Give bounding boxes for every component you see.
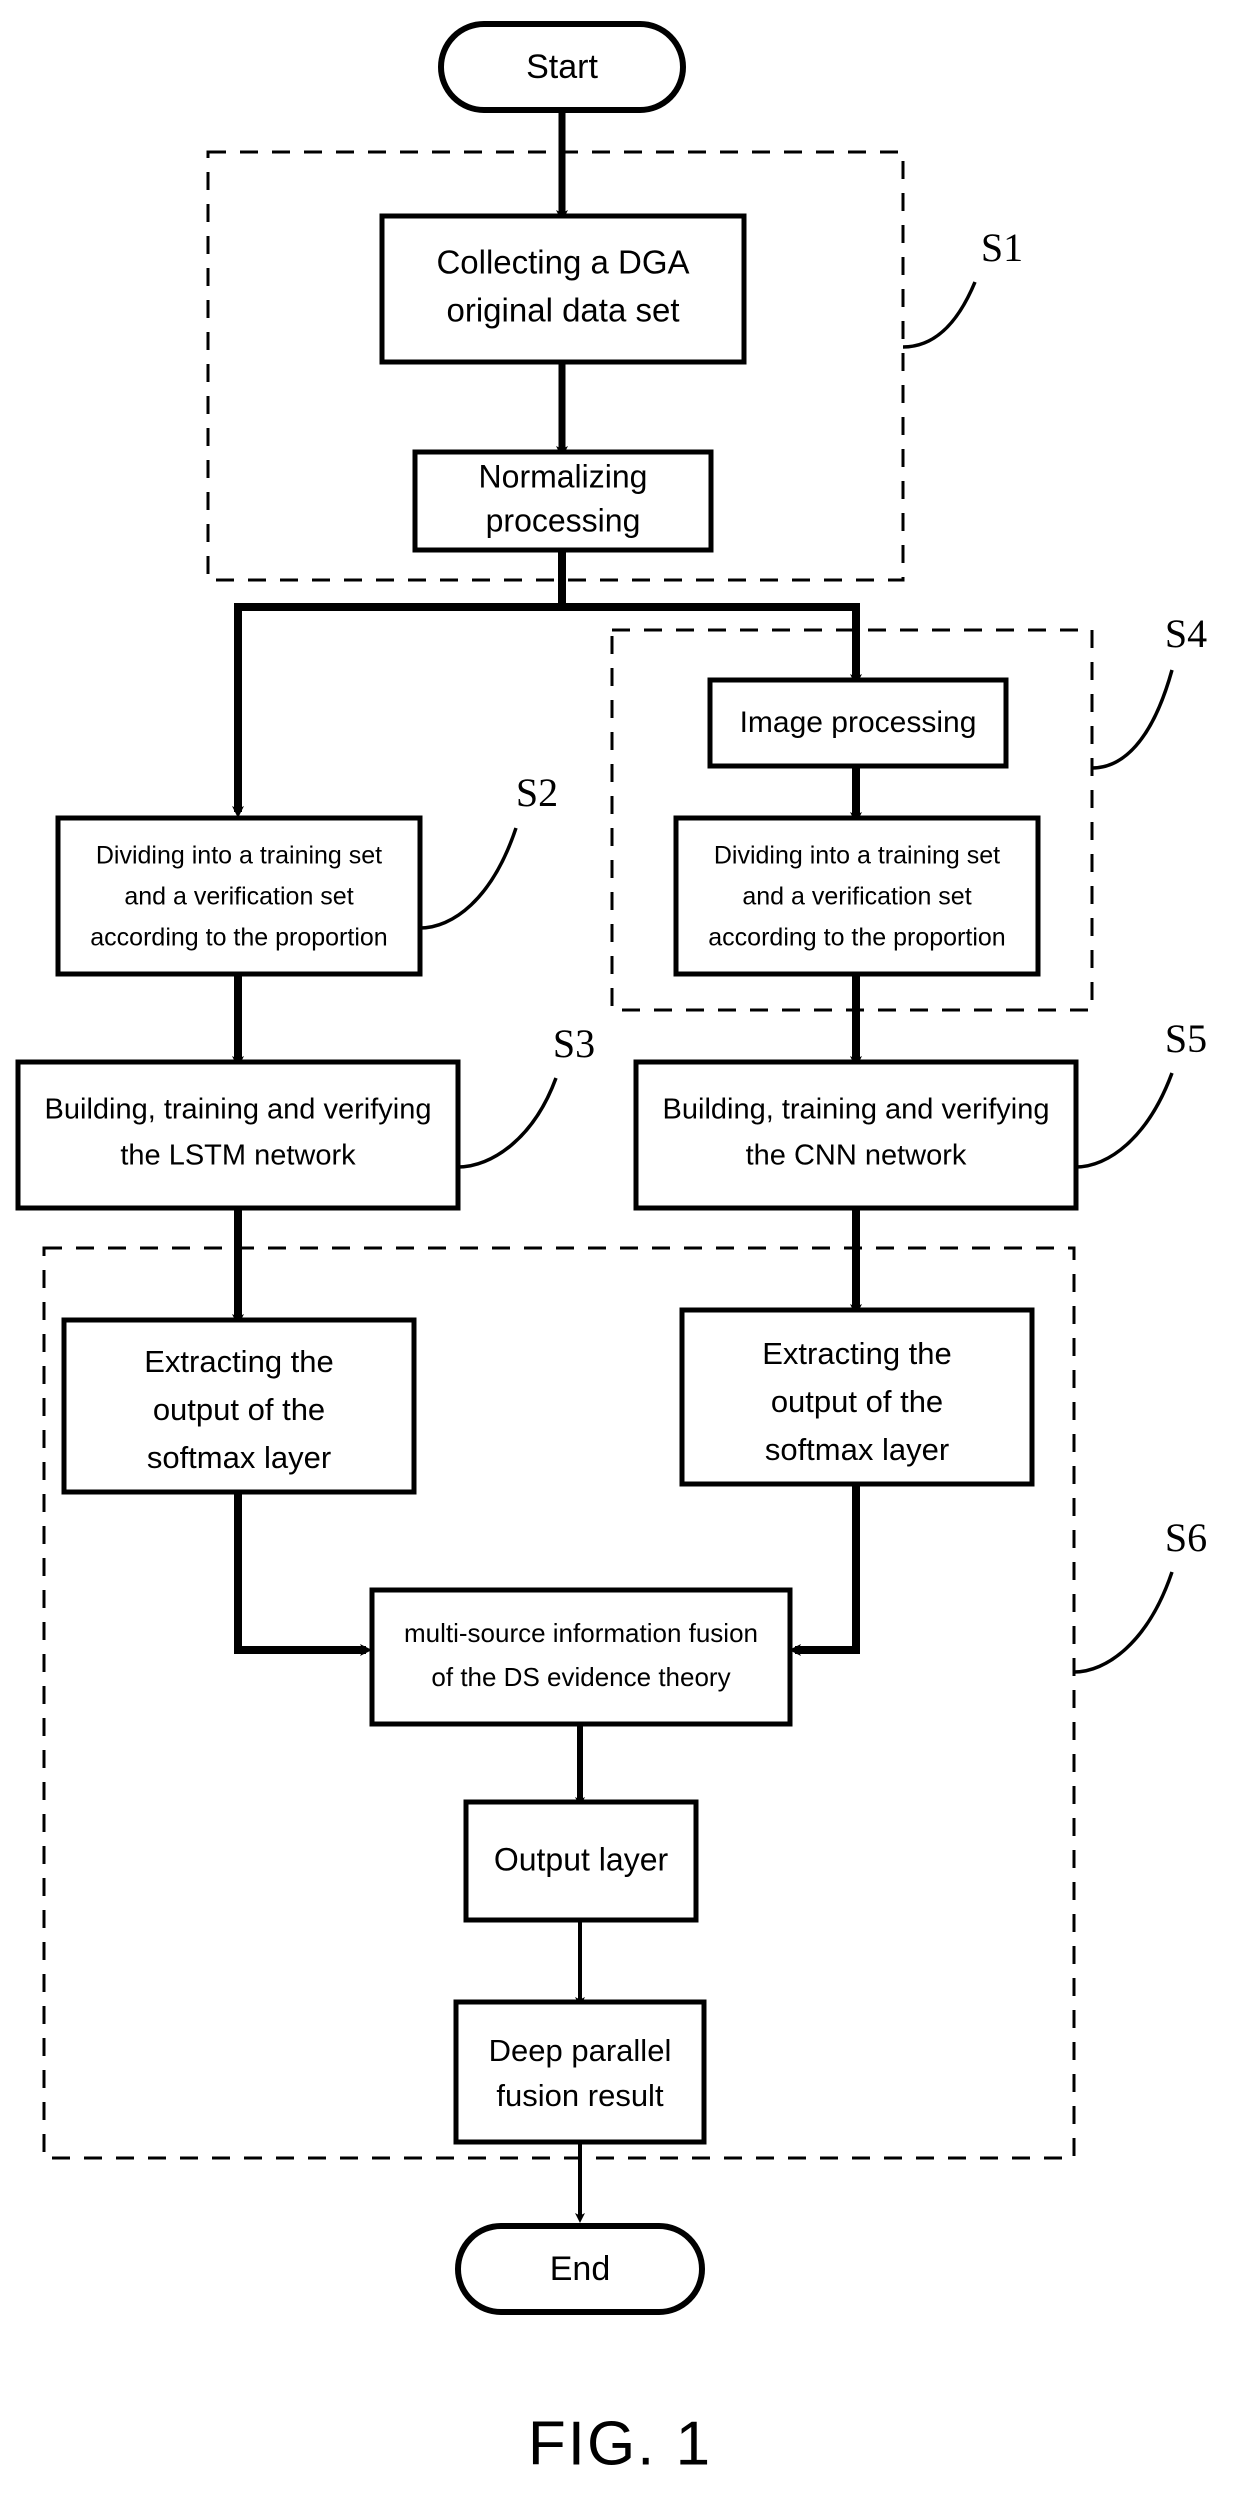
step-label-s1: S1 [981,225,1023,270]
lstm-line2: the LSTM network [120,1140,356,1172]
leader-line-s5 [1075,1072,1174,1169]
node-cnn-network[interactable]: Building, training and verifying the CNN… [633,1059,1079,1211]
softmax-left-line3: softmax layer [147,1440,331,1475]
collecting-line2: original data set [447,292,680,329]
edge-normalizing-to-image-processing [562,603,862,686]
node-dividing-right[interactable]: Dividing into a training set and a verif… [673,815,1041,977]
step-label-s2: S2 [516,770,558,815]
output-layer-label: Output layer [494,1841,669,1877]
cnn-line1: Building, training and verifying [663,1094,1050,1126]
end-label: End [550,2250,611,2288]
node-fusion[interactable]: multi-source information fusion of the D… [369,1587,793,1727]
deep-result-line2: fusion result [496,2078,664,2113]
edge-normalizing-to-dividing-left [232,550,566,818]
softmax-right-line2: output of the [771,1384,943,1419]
step-label-s3: S3 [553,1021,595,1066]
collecting-line1: Collecting a DGA [436,244,689,281]
leader-line-s6 [1073,1571,1174,1674]
dividing-right-line1: Dividing into a training set [714,842,1000,870]
node-softmax-left[interactable]: Extracting the output of the softmax lay… [61,1317,417,1495]
step-marker-s5: S5 [1075,1016,1207,1169]
node-end[interactable]: End [455,2223,705,2315]
dividing-left-line1: Dividing into a training set [96,842,382,870]
step-label-s4: S4 [1165,611,1207,656]
node-softmax-right[interactable]: Extracting the output of the softmax lay… [679,1307,1035,1487]
deep-result-shape [453,1999,707,2145]
edge-softmax-right-to-fusion [789,1484,860,1656]
lstm-line1: Building, training and verifying [45,1094,432,1126]
softmax-right-line3: softmax layer [765,1432,949,1467]
step-marker-s2: S2 [419,770,558,930]
fusion-line2: of the DS evidence theory [431,1662,730,1692]
dividing-left-line2: and a verification set [124,883,353,911]
step-marker-s4: S4 [1091,611,1207,770]
normalizing-line1: Normalizing [479,458,648,494]
collecting-shape [379,213,747,365]
node-normalizing-processing[interactable]: Normalizing processing [412,449,714,553]
edge-softmax-left-to-fusion [234,1492,372,1656]
node-image-processing[interactable]: Image processing [707,677,1009,769]
fusion-line1: multi-source information fusion [404,1618,758,1648]
figure-caption: FIG. 1 [528,2409,712,2478]
leader-line-s2 [419,827,518,930]
fusion-shape [369,1587,793,1727]
flowchart-canvas: Start Collecting a DGA original data set… [15,21,1207,2478]
node-collecting-dga[interactable]: Collecting a DGA original data set [379,213,747,365]
leader-line-s1 [902,281,977,349]
softmax-left-line2: output of the [153,1392,325,1427]
step-label-s6: S6 [1165,1515,1207,1560]
cnn-line2: the CNN network [746,1140,967,1172]
dividing-right-line2: and a verification set [742,883,971,911]
step-marker-s3: S3 [457,1021,595,1169]
leader-line-s4 [1091,669,1174,770]
start-label: Start [526,48,598,86]
softmax-left-line1: Extracting the [144,1344,334,1379]
image-processing-label: Image processing [740,706,977,739]
dividing-right-line3: according to the proportion [708,924,1005,952]
dividing-left-line3: according to the proportion [90,924,387,952]
step-label-s5: S5 [1165,1016,1207,1061]
step-marker-s6: S6 [1073,1515,1207,1674]
node-output-layer[interactable]: Output layer [463,1799,699,1923]
softmax-right-line1: Extracting the [762,1336,952,1371]
step-marker-s1: S1 [902,225,1023,349]
node-dividing-left[interactable]: Dividing into a training set and a verif… [55,815,423,977]
node-lstm-network[interactable]: Building, training and verifying the LST… [15,1059,461,1211]
deep-result-line1: Deep parallel [489,2033,672,2068]
node-start[interactable]: Start [438,21,686,113]
lstm-shape [15,1059,461,1211]
node-deep-parallel-fusion-result[interactable]: Deep parallel fusion result [453,1999,707,2145]
cnn-shape [633,1059,1079,1211]
leader-line-s3 [457,1077,558,1169]
normalizing-line2: processing [486,502,641,538]
